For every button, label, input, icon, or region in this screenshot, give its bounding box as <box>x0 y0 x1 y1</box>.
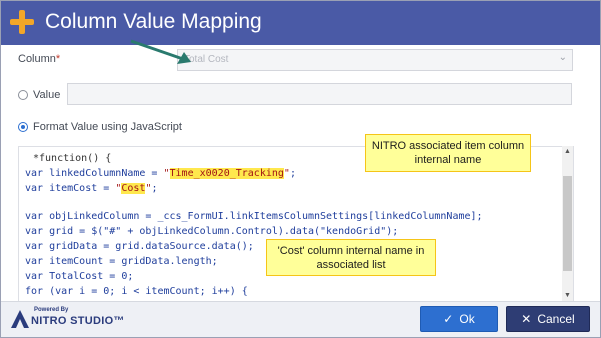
scroll-up-icon[interactable]: ▲ <box>563 147 572 156</box>
code-line: var TotalCost = 0; <box>25 271 134 282</box>
callout-linked-column: NITRO associated item column internal na… <box>365 134 531 172</box>
column-value-mapping-dialog: Column Value Mapping Column* Total Cost … <box>0 0 601 338</box>
check-icon: ✓ <box>443 312 454 326</box>
editor-scrollbar[interactable]: ▲ ▼ <box>562 146 573 302</box>
nitro-logo-inner <box>16 319 24 328</box>
format-javascript-label: Format Value using JavaScript <box>33 121 182 133</box>
ok-label: Ok <box>459 312 475 326</box>
value-label: Value <box>33 89 61 101</box>
cancel-button[interactable]: ✕ Cancel <box>506 306 590 332</box>
scroll-thumb[interactable] <box>563 176 572 271</box>
cancel-label: Cancel <box>537 312 575 326</box>
code-line: var itemCost = "Cost"; <box>25 183 158 194</box>
code-line: var itemCount = gridData.length; <box>25 256 218 267</box>
code-line: var linkedColumnName = "Time_x0020_Track… <box>25 168 296 179</box>
code-line: for (var i = 0; i < itemCount; i++) { <box>25 286 248 297</box>
code-line: var objLinkedColumn = _ccs_FormUI.linkIt… <box>25 211 483 222</box>
nitro-studio-logo: NITRO STUDIO™ <box>31 315 125 327</box>
teal-arrow-line <box>130 39 184 61</box>
code-line: var gridData = grid.dataSource.data(); <box>25 241 254 252</box>
scroll-down-icon[interactable]: ▼ <box>563 291 572 300</box>
format-javascript-radio[interactable] <box>18 122 28 132</box>
close-icon: ✕ <box>521 312 532 326</box>
callout-cost-column: 'Cost' column internal name in associate… <box>266 239 436 276</box>
value-input[interactable] <box>67 83 572 105</box>
powered-by-text: Powered By <box>34 307 69 313</box>
ok-button[interactable]: ✓ Ok <box>420 306 498 332</box>
code-line: *function() { <box>33 153 112 164</box>
code-line: var grid = $("#" + objLinkedColumn.Contr… <box>25 226 399 237</box>
value-radio[interactable] <box>18 90 28 100</box>
